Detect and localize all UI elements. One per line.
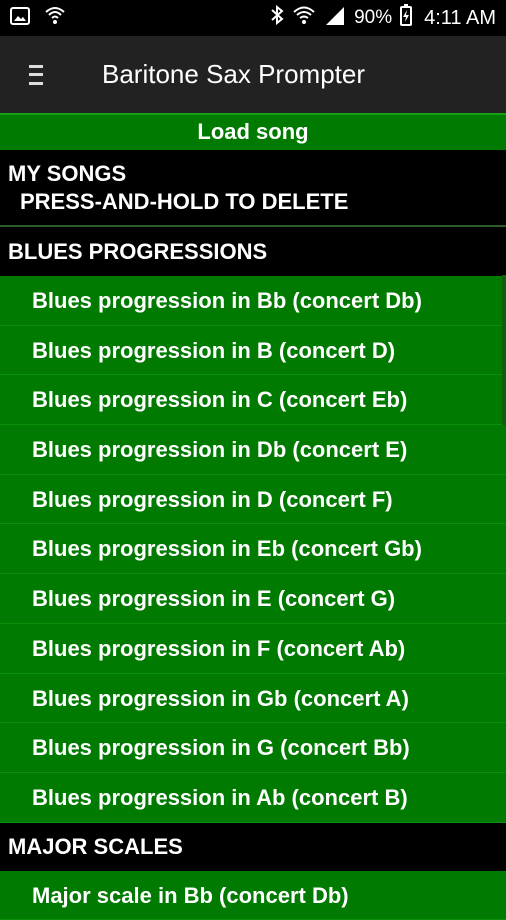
list-item[interactable]: Blues progression in B (concert D) <box>0 325 506 376</box>
app-bar: Baritone Sax Prompter <box>0 36 506 113</box>
list-item[interactable]: Blues progression in Eb (concert Gb) <box>0 524 506 575</box>
signal-icon <box>324 5 346 31</box>
battery-charging-icon <box>400 4 413 32</box>
app-title: Baritone Sax Prompter <box>102 59 366 89</box>
list-item[interactable]: Blues progression in Gb (concert A) <box>0 673 506 724</box>
section-my-songs: MY SONGS PRESS-AND-HOLD TO DELETE <box>0 150 506 227</box>
song-list: MY SONGS PRESS-AND-HOLD TO DELETE BLUES … <box>0 150 506 920</box>
wifi-icon <box>292 5 316 31</box>
list-item[interactable]: Blues progression in C (concert Eb) <box>0 375 506 426</box>
list-item[interactable]: Major scale in Bb (concert Db) <box>0 870 506 920</box>
list-item[interactable]: Blues progression in Bb (concert Db) <box>0 276 506 326</box>
scrollbar[interactable] <box>502 275 506 425</box>
section-major-scales: MAJOR SCALES <box>0 822 506 871</box>
clock: 4:11 AM <box>424 6 496 29</box>
list-item[interactable]: Blues progression in Ab (concert B) <box>0 772 506 823</box>
battery-percent: 90% <box>354 7 393 28</box>
shield-icon <box>44 6 66 31</box>
status-bar: 90% 4:11 AM <box>0 0 506 36</box>
my-songs-title: MY SONGS <box>8 161 127 186</box>
load-song-header: Load song <box>0 113 506 150</box>
section-blues-progressions: BLUES PROGRESSIONS <box>0 227 506 276</box>
bluetooth-icon <box>270 4 284 31</box>
list-item[interactable]: Blues progression in E (concert G) <box>0 574 506 624</box>
list-item[interactable]: Blues progression in D (concert F) <box>0 474 506 525</box>
image-icon <box>10 6 30 30</box>
list-item[interactable]: Blues progression in Db (concert E) <box>0 425 506 475</box>
my-songs-subtitle: PRESS-AND-HOLD TO DELETE <box>20 189 349 214</box>
hamburger-menu-icon[interactable] <box>8 36 64 113</box>
list-item[interactable]: Blues progression in G (concert Bb) <box>0 723 506 773</box>
list-item[interactable]: Blues progression in F (concert Ab) <box>0 623 506 674</box>
